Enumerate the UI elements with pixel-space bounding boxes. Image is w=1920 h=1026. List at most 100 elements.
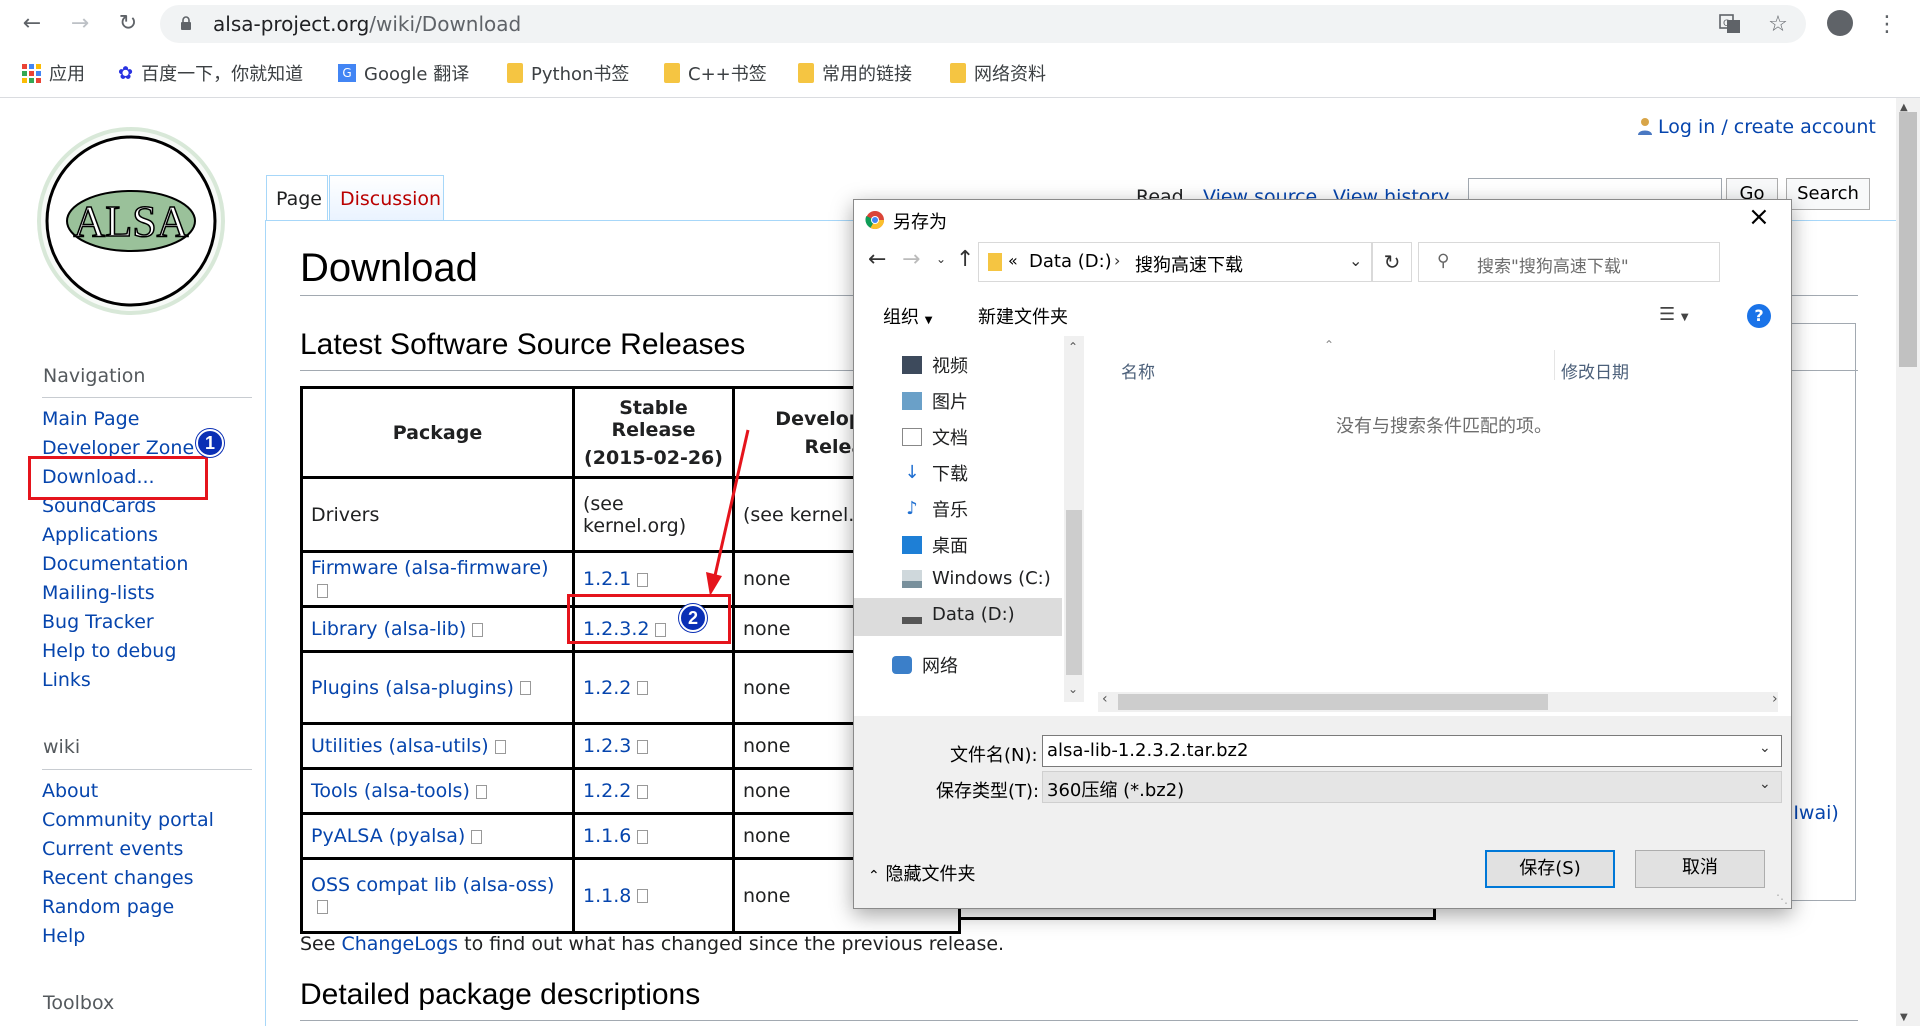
package-link[interactable]: Plugins (alsa-plugins) <box>311 677 514 699</box>
scroll-up-arrow-icon[interactable]: ▲ <box>1900 102 1908 113</box>
file-icon <box>637 572 649 587</box>
tree-item-pictures[interactable]: 图片 <box>902 388 968 414</box>
scroll-down-arrow-icon[interactable]: ▼ <box>1900 1012 1908 1023</box>
navigation-heading: Navigation <box>43 365 146 387</box>
forward-icon[interactable]: → <box>64 8 96 40</box>
section-underline <box>300 1020 1858 1021</box>
cancel-button[interactable]: 取消 <box>1635 850 1765 888</box>
profile-avatar-icon[interactable] <box>1827 10 1853 36</box>
tree-item-drive-d[interactable]: Data (D:) <box>902 604 1015 625</box>
sidebar-applications[interactable]: Applications <box>42 524 158 546</box>
hscroll-left-icon[interactable]: ‹ <box>1102 691 1108 707</box>
bookmark-cpp[interactable]: C++书签 <box>664 60 767 86</box>
bookmark-star-icon[interactable]: ☆ <box>1764 12 1792 37</box>
hscroll-right-icon[interactable]: › <box>1772 691 1778 707</box>
page-scrollbar-thumb[interactable] <box>1899 112 1917 367</box>
reload-icon[interactable]: ↻ <box>112 8 144 40</box>
cell-package: OSS compat lib (alsa-oss) <box>300 857 575 934</box>
refresh-icon[interactable]: ↻ <box>1372 242 1412 282</box>
bookmark-baidu[interactable]: ✿ 百度一下，你就知道 <box>118 60 303 86</box>
sidebar-community-portal[interactable]: Community portal <box>42 809 214 831</box>
bookmark-apps[interactable]: 应用 <box>22 60 85 86</box>
login-link[interactable]: Log in / create account <box>1658 116 1876 138</box>
sidebar-bug-tracker[interactable]: Bug Tracker <box>42 611 154 633</box>
version-link[interactable]: 1.2.2 <box>583 780 631 802</box>
package-link[interactable]: Tools (alsa-tools) <box>311 780 470 802</box>
package-link[interactable]: PyALSA (pyalsa) <box>311 825 465 847</box>
sidebar-about[interactable]: About <box>42 780 98 802</box>
changelogs-link[interactable]: ChangeLogs <box>341 933 458 955</box>
package-link[interactable]: OSS compat lib (alsa-oss) <box>311 874 554 896</box>
tree-scrollbar-thumb[interactable] <box>1066 510 1082 675</box>
tab-page[interactable]: Page <box>266 175 328 221</box>
sidebar-links[interactable]: Links <box>42 669 91 691</box>
tab-discussion[interactable]: Discussion <box>329 175 444 221</box>
hide-folders-toggle[interactable]: ⌃ 隐藏文件夹 <box>868 860 975 886</box>
save-button[interactable]: 保存(S) <box>1485 850 1615 888</box>
alsa-logo[interactable]: ALSA <box>34 124 228 318</box>
breadcrumb-folder[interactable]: 搜狗高速下载 <box>1135 251 1243 277</box>
tree-item-drive-c[interactable]: Windows (C:) <box>902 568 1051 589</box>
sidebar-random-page[interactable]: Random page <box>42 896 174 918</box>
filetype-select[interactable]: 360压缩 (*.bz2) ⌄ <box>1042 771 1782 803</box>
recent-locations-chevron-icon[interactable]: ⌄ <box>936 252 946 266</box>
resize-grip-icon[interactable]: ⋱ <box>1776 892 1788 906</box>
sidebar-documentation[interactable]: Documentation <box>42 553 188 575</box>
sidebar-current-events[interactable]: Current events <box>42 838 183 860</box>
search-icon: ⚲ <box>1437 251 1450 271</box>
tree-item-downloads[interactable]: ↓ 下载 <box>902 460 968 486</box>
dialog-back-icon[interactable]: ← <box>868 247 886 272</box>
sidebar-help-to-debug[interactable]: Help to debug <box>42 640 176 662</box>
view-options-icon[interactable]: ☰ ▼ <box>1659 304 1689 325</box>
changelog-post: to find out what has changed since the p… <box>458 933 1005 955</box>
package-link[interactable]: Library (alsa-lib) <box>311 618 466 640</box>
translate-icon[interactable]: G <box>1716 12 1744 40</box>
tree-item-videos[interactable]: 视频 <box>902 352 968 378</box>
breadcrumb-drive[interactable]: Data (D:) <box>1029 251 1112 272</box>
back-icon[interactable]: ← <box>16 8 48 40</box>
sidebar-help[interactable]: Help <box>42 925 85 947</box>
tree-scroll-up-icon[interactable]: ⌃ <box>1068 340 1078 354</box>
package-link[interactable]: Utilities (alsa-utils) <box>311 735 489 757</box>
breadcrumb-bar[interactable]: « Data (D:) › 搜狗高速下载 ⌄ <box>978 242 1372 282</box>
hscrollbar-thumb[interactable] <box>1118 694 1548 710</box>
tree-item-documents[interactable]: 文档 <box>902 424 968 450</box>
organize-menu[interactable]: 组织 ▼ <box>883 303 932 329</box>
version-link[interactable]: 1.1.8 <box>583 885 631 907</box>
help-icon[interactable]: ? <box>1747 304 1771 328</box>
sidebar-main-page[interactable]: Main Page <box>42 408 139 430</box>
up-folder-icon[interactable]: ↑ <box>956 247 974 272</box>
dialog-search-input[interactable]: ⚲ 搜索"搜狗高速下载" <box>1418 242 1720 282</box>
version-link[interactable]: 1.2.1 <box>583 568 631 590</box>
package-link[interactable]: Firmware (alsa-firmware) <box>311 557 548 579</box>
tree-item-network[interactable]: 网络 <box>892 652 958 678</box>
column-name[interactable]: 名称 <box>1121 358 1155 383</box>
tree-item-music[interactable]: ♪ 音乐 <box>902 496 968 522</box>
sidebar-mailing-lists[interactable]: Mailing-lists <box>42 582 155 604</box>
version-link[interactable]: 1.2.3 <box>583 735 631 757</box>
drive-d-icon <box>902 605 922 624</box>
bookmark-python[interactable]: Python书签 <box>507 60 629 86</box>
column-modified[interactable]: 修改日期 <box>1561 358 1629 383</box>
tree-scroll-down-icon[interactable]: ⌄ <box>1068 682 1078 696</box>
bookmark-common-links[interactable]: 常用的链接 <box>798 60 912 86</box>
search-button[interactable]: Search <box>1786 178 1870 210</box>
close-icon[interactable]: × <box>1748 202 1770 232</box>
tree-label: 视频 <box>932 356 968 377</box>
chevron-down-icon[interactable]: ⌄ <box>1349 251 1362 270</box>
bookmark-network[interactable]: 网络资料 <box>950 60 1046 86</box>
chevron-down-icon[interactable]: ⌄ <box>1759 776 1771 792</box>
tree-item-desktop[interactable]: 桌面 <box>902 532 968 558</box>
version-link[interactable]: 1.2.2 <box>583 677 631 699</box>
new-folder-button[interactable]: 新建文件夹 <box>978 303 1068 329</box>
sidebar-recent-changes[interactable]: Recent changes <box>42 867 194 889</box>
bookmark-google-translate[interactable]: G Google 翻译 <box>338 60 469 86</box>
filename-value: alsa-lib-1.2.3.2.tar.bz2 <box>1047 740 1249 761</box>
filename-input[interactable]: alsa-lib-1.2.3.2.tar.bz2 ⌄ <box>1042 735 1782 767</box>
chevron-down-icon[interactable]: ⌄ <box>1759 740 1771 756</box>
cell-package: Plugins (alsa-plugins) <box>300 650 575 725</box>
version-link[interactable]: 1.1.6 <box>583 825 631 847</box>
breadcrumb-overflow[interactable]: « <box>1008 251 1018 270</box>
dialog-forward-icon[interactable]: → <box>902 247 920 272</box>
menu-kebab-icon[interactable]: ⋮ <box>1873 12 1901 37</box>
